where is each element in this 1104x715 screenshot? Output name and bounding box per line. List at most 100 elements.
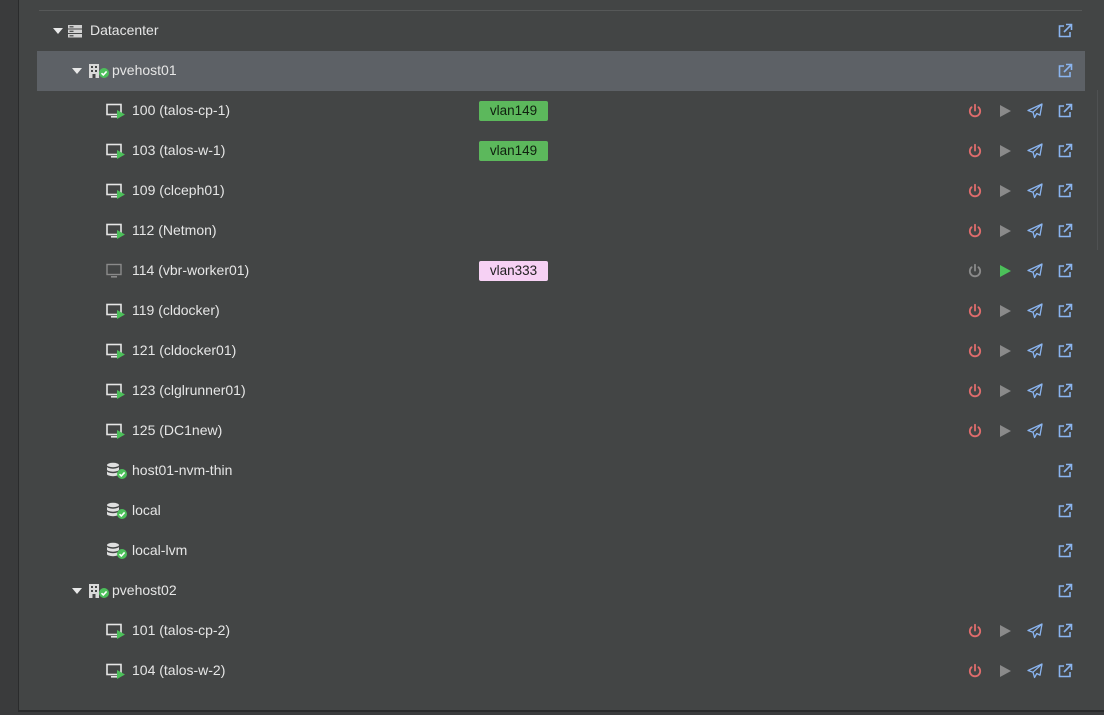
vm-running-icon	[106, 423, 126, 439]
tree-item-label: pvehost01	[112, 62, 177, 78]
tree-item-label: local	[132, 502, 161, 518]
migrate-icon[interactable]	[1027, 663, 1043, 679]
power-icon[interactable]	[967, 663, 983, 679]
power-icon[interactable]	[967, 103, 983, 119]
tree-item-storage[interactable]: local-lvm	[39, 531, 1085, 571]
migrate-icon[interactable]	[1027, 103, 1043, 119]
start-icon[interactable]	[997, 143, 1013, 159]
migrate-icon[interactable]	[1027, 263, 1043, 279]
tree-item-storage[interactable]: local	[39, 491, 1085, 531]
open-external-icon[interactable]	[1057, 623, 1073, 639]
vlan-tag-badge: vlan149	[479, 101, 548, 121]
start-icon[interactable]	[997, 623, 1013, 639]
vm-running-icon	[106, 143, 126, 159]
start-icon[interactable]	[997, 303, 1013, 319]
migrate-icon[interactable]	[1027, 223, 1043, 239]
vm-stopped-icon	[106, 263, 126, 279]
tree-item-label: 125 (DC1new)	[132, 422, 223, 438]
tree-item-vm[interactable]: 109 (clceph01)	[39, 171, 1085, 211]
migrate-icon[interactable]	[1027, 183, 1043, 199]
vm-running-icon	[106, 303, 126, 319]
storage-icon	[106, 502, 128, 520]
tree-item-label: 104 (talos-w-2)	[132, 662, 226, 678]
tree-item-vm[interactable]: 112 (Netmon)	[39, 211, 1085, 251]
open-external-icon[interactable]	[1057, 343, 1073, 359]
start-icon[interactable]	[997, 183, 1013, 199]
vm-running-icon	[106, 343, 126, 359]
tree-item-label: 109 (clceph01)	[132, 182, 225, 198]
tree-item-storage[interactable]: host01-nvm-thin	[39, 451, 1085, 491]
tree-item-label: 119 (cldocker)	[132, 302, 220, 318]
power-icon[interactable]	[967, 623, 983, 639]
power-icon[interactable]	[967, 223, 983, 239]
tree-item-label: 123 (clglrunner01)	[132, 382, 246, 398]
storage-icon	[106, 462, 128, 480]
tree-item-vm[interactable]: 104 (talos-w-2)	[39, 651, 1085, 691]
tree-item-label: 103 (talos-w-1)	[132, 142, 226, 158]
open-external-icon[interactable]	[1057, 503, 1073, 519]
open-external-icon[interactable]	[1057, 63, 1073, 79]
tree-item-label: 112 (Netmon)	[132, 222, 217, 238]
vm-running-icon	[106, 663, 126, 679]
start-icon[interactable]	[997, 663, 1013, 679]
start-icon[interactable]	[997, 263, 1013, 279]
expand-caret-icon[interactable]	[53, 28, 63, 34]
tree-item-datacenter[interactable]: Datacenter	[39, 11, 1085, 51]
vlan-tag-badge: vlan149	[479, 141, 548, 161]
vm-running-icon	[106, 223, 126, 239]
start-icon[interactable]	[997, 383, 1013, 399]
open-external-icon[interactable]	[1057, 303, 1073, 319]
tree-item-node[interactable]: pvehost02	[39, 571, 1085, 611]
power-icon[interactable]	[967, 423, 983, 439]
tree-item-label: local-lvm	[132, 542, 188, 558]
open-external-icon[interactable]	[1057, 143, 1073, 159]
migrate-icon[interactable]	[1027, 383, 1043, 399]
tree-item-vm[interactable]: 103 (talos-w-1) vlan149	[39, 131, 1085, 171]
tree-item-node[interactable]: pvehost01	[37, 51, 1085, 91]
tree-item-vm[interactable]: 123 (clglrunner01)	[39, 371, 1085, 411]
open-external-icon[interactable]	[1057, 23, 1073, 39]
start-icon[interactable]	[997, 343, 1013, 359]
open-external-icon[interactable]	[1057, 223, 1073, 239]
open-external-icon[interactable]	[1057, 583, 1073, 599]
tree-item-vm[interactable]: 114 (vbr-worker01) vlan333	[39, 251, 1085, 291]
building-icon	[88, 63, 110, 79]
open-external-icon[interactable]	[1057, 383, 1073, 399]
vm-running-icon	[106, 623, 126, 639]
power-icon[interactable]	[967, 383, 983, 399]
power-icon[interactable]	[967, 343, 983, 359]
tree-item-label: 100 (talos-cp-1)	[132, 102, 231, 118]
open-external-icon[interactable]	[1057, 543, 1073, 559]
migrate-icon[interactable]	[1027, 143, 1043, 159]
tree-item-vm[interactable]: 100 (talos-cp-1) vlan149	[39, 91, 1085, 131]
power-icon[interactable]	[967, 263, 983, 279]
migrate-icon[interactable]	[1027, 303, 1043, 319]
expand-caret-icon[interactable]	[72, 588, 82, 594]
tree-item-vm[interactable]: 121 (cldocker01)	[39, 331, 1085, 371]
tree-item-vm[interactable]: 119 (cldocker)	[39, 291, 1085, 331]
tree-item-label: pvehost02	[112, 582, 177, 598]
open-external-icon[interactable]	[1057, 663, 1073, 679]
storage-icon	[106, 542, 128, 560]
migrate-icon[interactable]	[1027, 423, 1043, 439]
power-icon[interactable]	[967, 303, 983, 319]
power-icon[interactable]	[967, 183, 983, 199]
vm-running-icon	[106, 383, 126, 399]
vm-running-icon	[106, 183, 126, 199]
tree-item-vm[interactable]: 125 (DC1new)	[39, 411, 1085, 451]
tree-item-vm[interactable]: 101 (talos-cp-2)	[39, 611, 1085, 651]
tree-item-label: 101 (talos-cp-2)	[132, 622, 231, 638]
open-external-icon[interactable]	[1057, 423, 1073, 439]
expand-caret-icon[interactable]	[72, 68, 82, 74]
open-external-icon[interactable]	[1057, 263, 1073, 279]
open-external-icon[interactable]	[1057, 103, 1073, 119]
migrate-icon[interactable]	[1027, 343, 1043, 359]
power-icon[interactable]	[967, 143, 983, 159]
open-external-icon[interactable]	[1057, 183, 1073, 199]
migrate-icon[interactable]	[1027, 623, 1043, 639]
start-icon[interactable]	[997, 423, 1013, 439]
open-external-icon[interactable]	[1057, 463, 1073, 479]
start-icon[interactable]	[997, 103, 1013, 119]
start-icon[interactable]	[997, 223, 1013, 239]
divider	[1097, 90, 1098, 250]
